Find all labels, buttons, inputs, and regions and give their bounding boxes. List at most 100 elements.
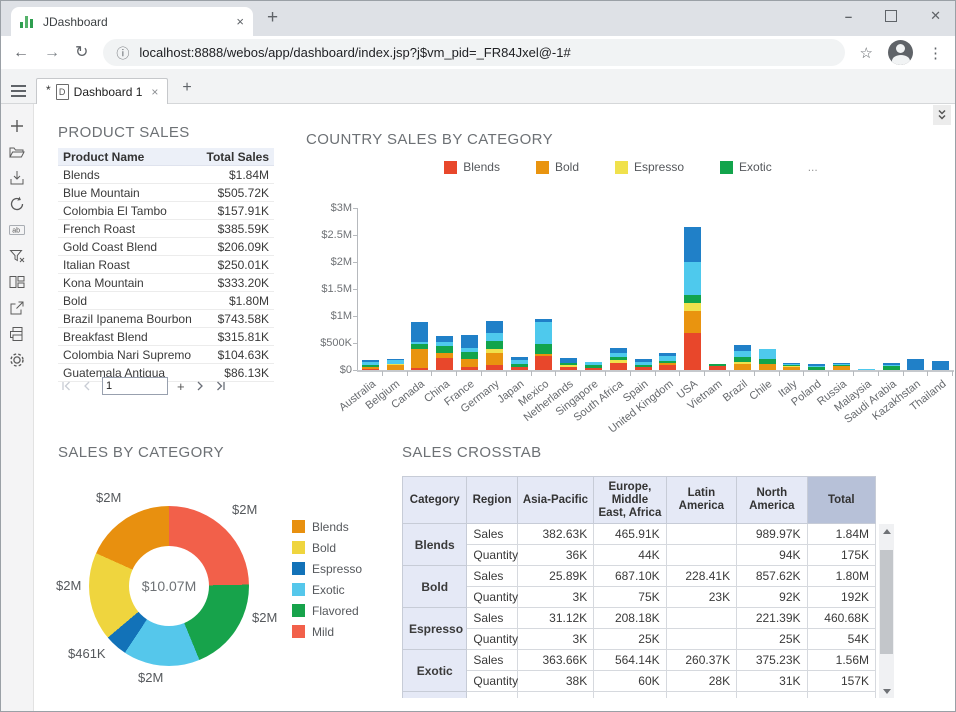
print-icon[interactable] (8, 325, 26, 343)
bar-thailand[interactable] (932, 361, 949, 370)
table-row[interactable]: Brazil Ipanema Bourbon$743.58K (58, 310, 274, 328)
bar-segment-espresso[interactable] (684, 303, 701, 311)
legend-item-exotic[interactable]: Exotic (292, 579, 362, 600)
bar-segment-blends[interactable] (411, 368, 428, 370)
forward-icon[interactable]: → (44, 45, 60, 61)
bar-segment-blends[interactable] (535, 356, 552, 370)
close-window-button[interactable]: ✕ (930, 8, 941, 24)
ct-column-header[interactable]: Total (807, 477, 875, 524)
bar-segment-exotic[interactable] (486, 341, 503, 349)
collapse-toolbar-button[interactable] (933, 105, 951, 125)
last-page-icon[interactable] (215, 380, 227, 392)
bar-mexico[interactable] (535, 319, 552, 370)
legend-item-blends[interactable]: Blends (292, 516, 362, 537)
bar-united-kingdom[interactable] (659, 353, 676, 370)
bar-segment-bold[interactable] (387, 365, 404, 370)
legend-item-mild[interactable]: Mild (292, 621, 362, 642)
page-number-input[interactable] (102, 377, 168, 395)
total-sales-column-header[interactable]: Total Sales (200, 148, 274, 166)
first-page-icon[interactable] (60, 380, 72, 392)
settings-gear-icon[interactable] (8, 351, 26, 369)
legend-item-espresso[interactable]: Espresso (615, 160, 684, 174)
bar-france[interactable] (461, 335, 478, 370)
scrollbar-thumb[interactable] (880, 550, 893, 654)
bar-segment-blends[interactable] (362, 369, 379, 370)
close-tab-icon[interactable]: × (236, 14, 244, 29)
bar-japan[interactable] (511, 357, 528, 370)
browser-menu-icon[interactable]: ⋮ (928, 44, 943, 62)
bar-segment-exotic[interactable] (461, 352, 478, 359)
table-row[interactable]: Gold Coast Blend$206.09K (58, 238, 274, 256)
bar-segment-flavored[interactable] (684, 262, 701, 295)
bar-segment-mild[interactable] (932, 361, 949, 370)
new-tab-button[interactable]: + (267, 7, 278, 29)
bar-segment-blends[interactable] (511, 367, 528, 370)
bar-segment-blends[interactable] (486, 365, 503, 370)
scroll-up-icon[interactable] (879, 524, 894, 538)
back-icon[interactable]: ← (13, 45, 29, 61)
bar-brazil[interactable] (734, 345, 751, 370)
table-row[interactable]: Bold$1.80M (58, 292, 274, 310)
ct-column-header[interactable]: Europe, Middle East, Africa (594, 477, 666, 524)
table-row[interactable]: Colombia El Tambo$157.91K (58, 202, 274, 220)
bar-segment-bold[interactable] (411, 349, 428, 368)
bar-segment-blends[interactable] (635, 367, 652, 370)
profile-avatar[interactable] (888, 40, 913, 65)
bar-segment-mild[interactable] (461, 335, 478, 348)
export-icon[interactable] (8, 299, 26, 317)
bar-segment-flavored[interactable] (486, 333, 503, 341)
bar-segment-bold[interactable] (783, 367, 800, 370)
url-field[interactable]: ⓘ localhost:8888/webos/app/dashboard/ind… (103, 39, 844, 66)
menu-hamburger-icon[interactable] (11, 90, 26, 92)
maximize-button[interactable] (885, 10, 897, 22)
bar-segment-flavored[interactable] (759, 349, 776, 359)
bar-russia[interactable] (833, 363, 850, 370)
table-row[interactable]: Blue Mountain$505.72K (58, 184, 274, 202)
bar-spain[interactable] (635, 359, 652, 370)
bar-segment-blends[interactable] (436, 358, 453, 370)
bar-segment-mild[interactable] (411, 322, 428, 342)
bar-segment-exotic[interactable] (535, 344, 552, 354)
bar-segment-bold[interactable] (486, 353, 503, 365)
browser-tab[interactable]: JDashboard × (11, 7, 253, 36)
crosstab-scrollbar[interactable] (879, 524, 894, 698)
bar-belgium[interactable] (387, 359, 404, 370)
bar-italy[interactable] (783, 363, 800, 370)
bar-malaysia[interactable] (858, 369, 875, 370)
bar-segment-bold[interactable] (461, 359, 478, 367)
bar-segment-exotic[interactable] (436, 346, 453, 353)
bar-netherlands[interactable] (560, 358, 577, 370)
legend-item-bold[interactable]: Bold (292, 537, 362, 558)
bar-segment-flavored[interactable] (858, 369, 875, 370)
bar-segment-exotic[interactable] (883, 366, 900, 370)
bar-germany[interactable] (486, 321, 503, 370)
bar-segment-exotic[interactable] (808, 367, 825, 370)
bar-segment-blends[interactable] (461, 367, 478, 370)
legend-item-exotic[interactable]: Exotic (720, 160, 772, 174)
bar-segment-bold[interactable] (759, 364, 776, 370)
scroll-down-icon[interactable] (879, 684, 894, 698)
open-folder-icon[interactable] (8, 143, 26, 161)
refresh-icon[interactable] (8, 195, 26, 213)
bar-segment-mild[interactable] (684, 227, 701, 262)
bar-segment-blends[interactable] (610, 363, 627, 370)
legend-item-bold[interactable]: Bold (536, 160, 579, 174)
bar-segment-blends[interactable] (585, 368, 602, 370)
legend-more[interactable]: ... (808, 160, 818, 174)
bar-segment-mild[interactable] (486, 321, 503, 333)
info-icon[interactable]: ⓘ (116, 43, 129, 62)
add-icon[interactable] (8, 117, 26, 135)
bookmark-star-icon[interactable]: ☆ (860, 44, 873, 62)
bar-singapore[interactable] (585, 362, 602, 370)
table-row[interactable]: Kona Mountain$333.20K (58, 274, 274, 292)
ct-column-header[interactable]: North America (737, 477, 807, 524)
bar-poland[interactable] (808, 364, 825, 370)
legend-item-blends[interactable]: Blends (444, 160, 500, 174)
clear-filter-icon[interactable] (8, 247, 26, 265)
new-dashboard-tab-button[interactable]: + (182, 79, 191, 97)
ct-column-header[interactable]: Category (403, 477, 467, 524)
bar-segment-mild[interactable] (907, 359, 924, 370)
bar-vietnam[interactable] (709, 364, 726, 370)
add-page-button[interactable]: + (177, 379, 185, 394)
reload-icon[interactable]: ↻ (75, 45, 88, 61)
